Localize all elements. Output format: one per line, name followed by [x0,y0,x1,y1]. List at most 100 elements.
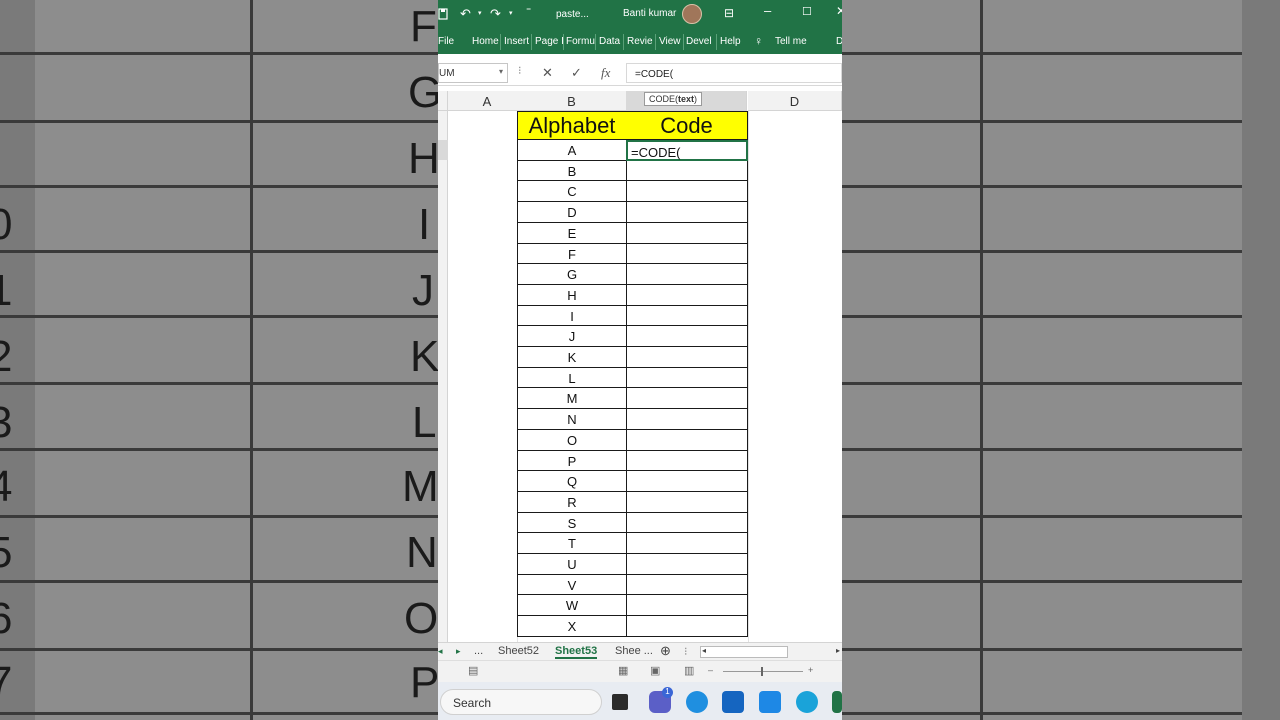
excel-taskbar-icon[interactable] [832,691,842,713]
scrollbar-right-arrow-icon[interactable]: ▸ [836,646,840,655]
avatar[interactable] [682,4,702,24]
tab-review[interactable]: Revie [627,36,653,47]
add-sheet-icon[interactable]: ⊕ [660,643,671,659]
taskbar-search[interactable]: Search [440,689,602,715]
alphabet-cell[interactable]: P [517,451,627,471]
name-box-dropdown-icon[interactable]: ▾ [499,67,503,76]
alphabet-cell[interactable]: H [517,285,627,306]
code-cell[interactable] [626,451,748,471]
undo-icon[interactable]: ↶ [460,6,471,22]
active-code-cell[interactable]: =CODE( [626,140,748,161]
code-cell[interactable] [626,285,748,306]
zoom-slider[interactable] [723,671,803,672]
zoom-slider-thumb[interactable] [761,667,763,676]
alphabet-cell[interactable]: G [517,264,627,285]
zoom-in-icon[interactable]: + [808,665,813,675]
alphabet-cell[interactable]: S [517,513,627,533]
header-code[interactable]: Code [626,111,748,140]
alphabet-cell[interactable]: M [517,388,627,409]
user-name[interactable]: Banti kumar [623,8,676,19]
alphabet-cell[interactable]: J [517,326,627,347]
ribbon-display-icon[interactable]: ⊟ [724,6,734,20]
tab-formulas[interactable]: Formu [566,36,595,47]
name-box[interactable]: UM ▾ [438,63,508,83]
column-header-b[interactable]: B [517,91,627,111]
code-cell[interactable] [626,388,748,409]
skype-icon[interactable] [796,691,818,713]
formula-input[interactable]: =CODE( [626,63,842,83]
tab-developer[interactable]: Devel [686,36,712,47]
alphabet-cell[interactable]: F [517,244,627,264]
tab-home[interactable]: Home [472,36,499,47]
select-all-corner[interactable] [438,91,448,111]
alphabet-cell[interactable]: K [517,347,627,368]
alphabet-cell[interactable]: L [517,368,627,388]
tell-me-search[interactable]: Tell me [775,36,807,47]
more-options-icon[interactable]: ⁝ [518,64,522,77]
cancel-icon[interactable]: ✕ [542,65,553,81]
header-alphabet[interactable]: Alphabet [517,111,627,140]
tab-page-layout[interactable]: Page I [535,36,564,47]
code-cell[interactable] [626,533,748,554]
alphabet-cell[interactable]: B [517,161,627,181]
save-icon[interactable] [438,8,448,20]
code-cell[interactable] [626,575,748,595]
zoom-out-icon[interactable]: – [708,665,713,675]
tabs-splitter-icon[interactable]: ⁝ [684,645,688,658]
enter-icon[interactable]: ✓ [571,65,582,81]
code-cell[interactable] [626,513,748,533]
code-cell[interactable] [626,430,748,451]
sheet-tab-54[interactable]: Shee ... [615,645,653,657]
code-cell[interactable] [626,181,748,202]
customize-toolbar-icon[interactable]: ⁼ [526,6,531,17]
scroll-left-icon[interactable]: ◂ [438,646,443,657]
tab-file[interactable]: File [438,36,454,47]
horizontal-scrollbar[interactable] [700,646,788,658]
code-cell[interactable] [626,347,748,368]
ribbon-overflow-icon[interactable]: D [836,36,842,47]
network-app-icon[interactable] [759,691,781,713]
code-cell[interactable] [626,595,748,616]
sheet-tab-52[interactable]: Sheet52 [498,645,539,657]
column-header-a[interactable]: A [448,91,527,111]
tab-insert[interactable]: Insert [504,36,529,47]
code-cell[interactable] [626,492,748,513]
code-cell[interactable] [626,161,748,181]
code-cell[interactable] [626,306,748,326]
alphabet-cell[interactable]: A [517,140,627,161]
code-cell[interactable] [626,471,748,492]
code-cell[interactable] [626,244,748,264]
alphabet-cell[interactable]: E [517,223,627,244]
page-layout-view-icon[interactable]: ▣ [650,664,660,677]
row-header-selected[interactable] [438,140,448,160]
store-icon[interactable] [722,691,744,713]
task-view-icon[interactable] [612,694,628,710]
alphabet-cell[interactable]: O [517,430,627,451]
page-break-view-icon[interactable]: ▥ [684,664,694,677]
tab-view[interactable]: View [659,36,681,47]
code-cell[interactable] [626,326,748,347]
macro-record-icon[interactable]: ▤ [468,664,478,677]
code-cell[interactable] [626,409,748,430]
sheet-tab-53[interactable]: Sheet53 [555,645,598,659]
code-cell[interactable] [626,368,748,388]
redo-dropdown-icon[interactable]: ▾ [509,9,513,17]
redo-icon[interactable]: ↷ [490,6,501,22]
tab-data[interactable]: Data [599,36,620,47]
code-cell[interactable] [626,223,748,244]
maximize-icon[interactable]: ☐ [802,5,812,18]
tab-help[interactable]: Help [720,36,741,47]
code-cell[interactable] [626,264,748,285]
scroll-right-icon[interactable]: ▸ [456,646,461,657]
code-cell[interactable] [626,616,748,637]
alphabet-cell[interactable]: X [517,616,627,637]
more-sheets-left[interactable]: ... [474,645,483,657]
normal-view-icon[interactable]: ▦ [618,664,628,677]
alphabet-cell[interactable]: Q [517,471,627,492]
edge-icon[interactable] [686,691,708,713]
alphabet-cell[interactable]: U [517,554,627,575]
alphabet-cell[interactable]: T [517,533,627,554]
alphabet-cell[interactable]: I [517,306,627,326]
alphabet-cell[interactable]: W [517,595,627,616]
close-icon[interactable]: ✕ [836,4,842,18]
